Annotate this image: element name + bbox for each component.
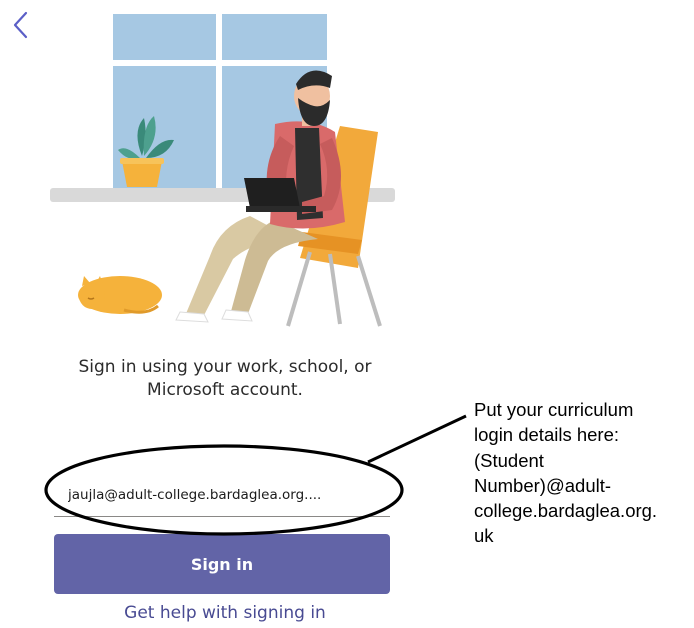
annotation-line: uk <box>474 525 494 547</box>
annotation-line: college.bardaglea.org. <box>474 500 658 522</box>
annotation-line: (Student <box>474 449 544 471</box>
annotation-line: Number)@adult- <box>474 474 612 496</box>
annotation-note: Put your curriculum login details here: … <box>474 397 692 549</box>
annotation-line: login details here: <box>474 424 620 446</box>
chevron-left-icon <box>13 11 28 39</box>
help-signing-in-link[interactable]: Get help with signing in <box>40 603 410 623</box>
prompt-line: Sign in using your work, school, or <box>78 357 372 377</box>
annotation-pointer-line <box>367 414 467 464</box>
annotation-line: Put your curriculum <box>474 399 634 420</box>
email-field[interactable] <box>54 474 390 516</box>
back-button[interactable] <box>6 8 34 42</box>
signin-prompt: Sign in using your work, school, or Micr… <box>40 356 410 402</box>
sign-in-button[interactable]: Sign in <box>54 534 390 594</box>
email-field-container <box>54 474 390 517</box>
person-with-laptop-illustration <box>50 14 395 327</box>
prompt-line: Microsoft account. <box>147 380 303 400</box>
